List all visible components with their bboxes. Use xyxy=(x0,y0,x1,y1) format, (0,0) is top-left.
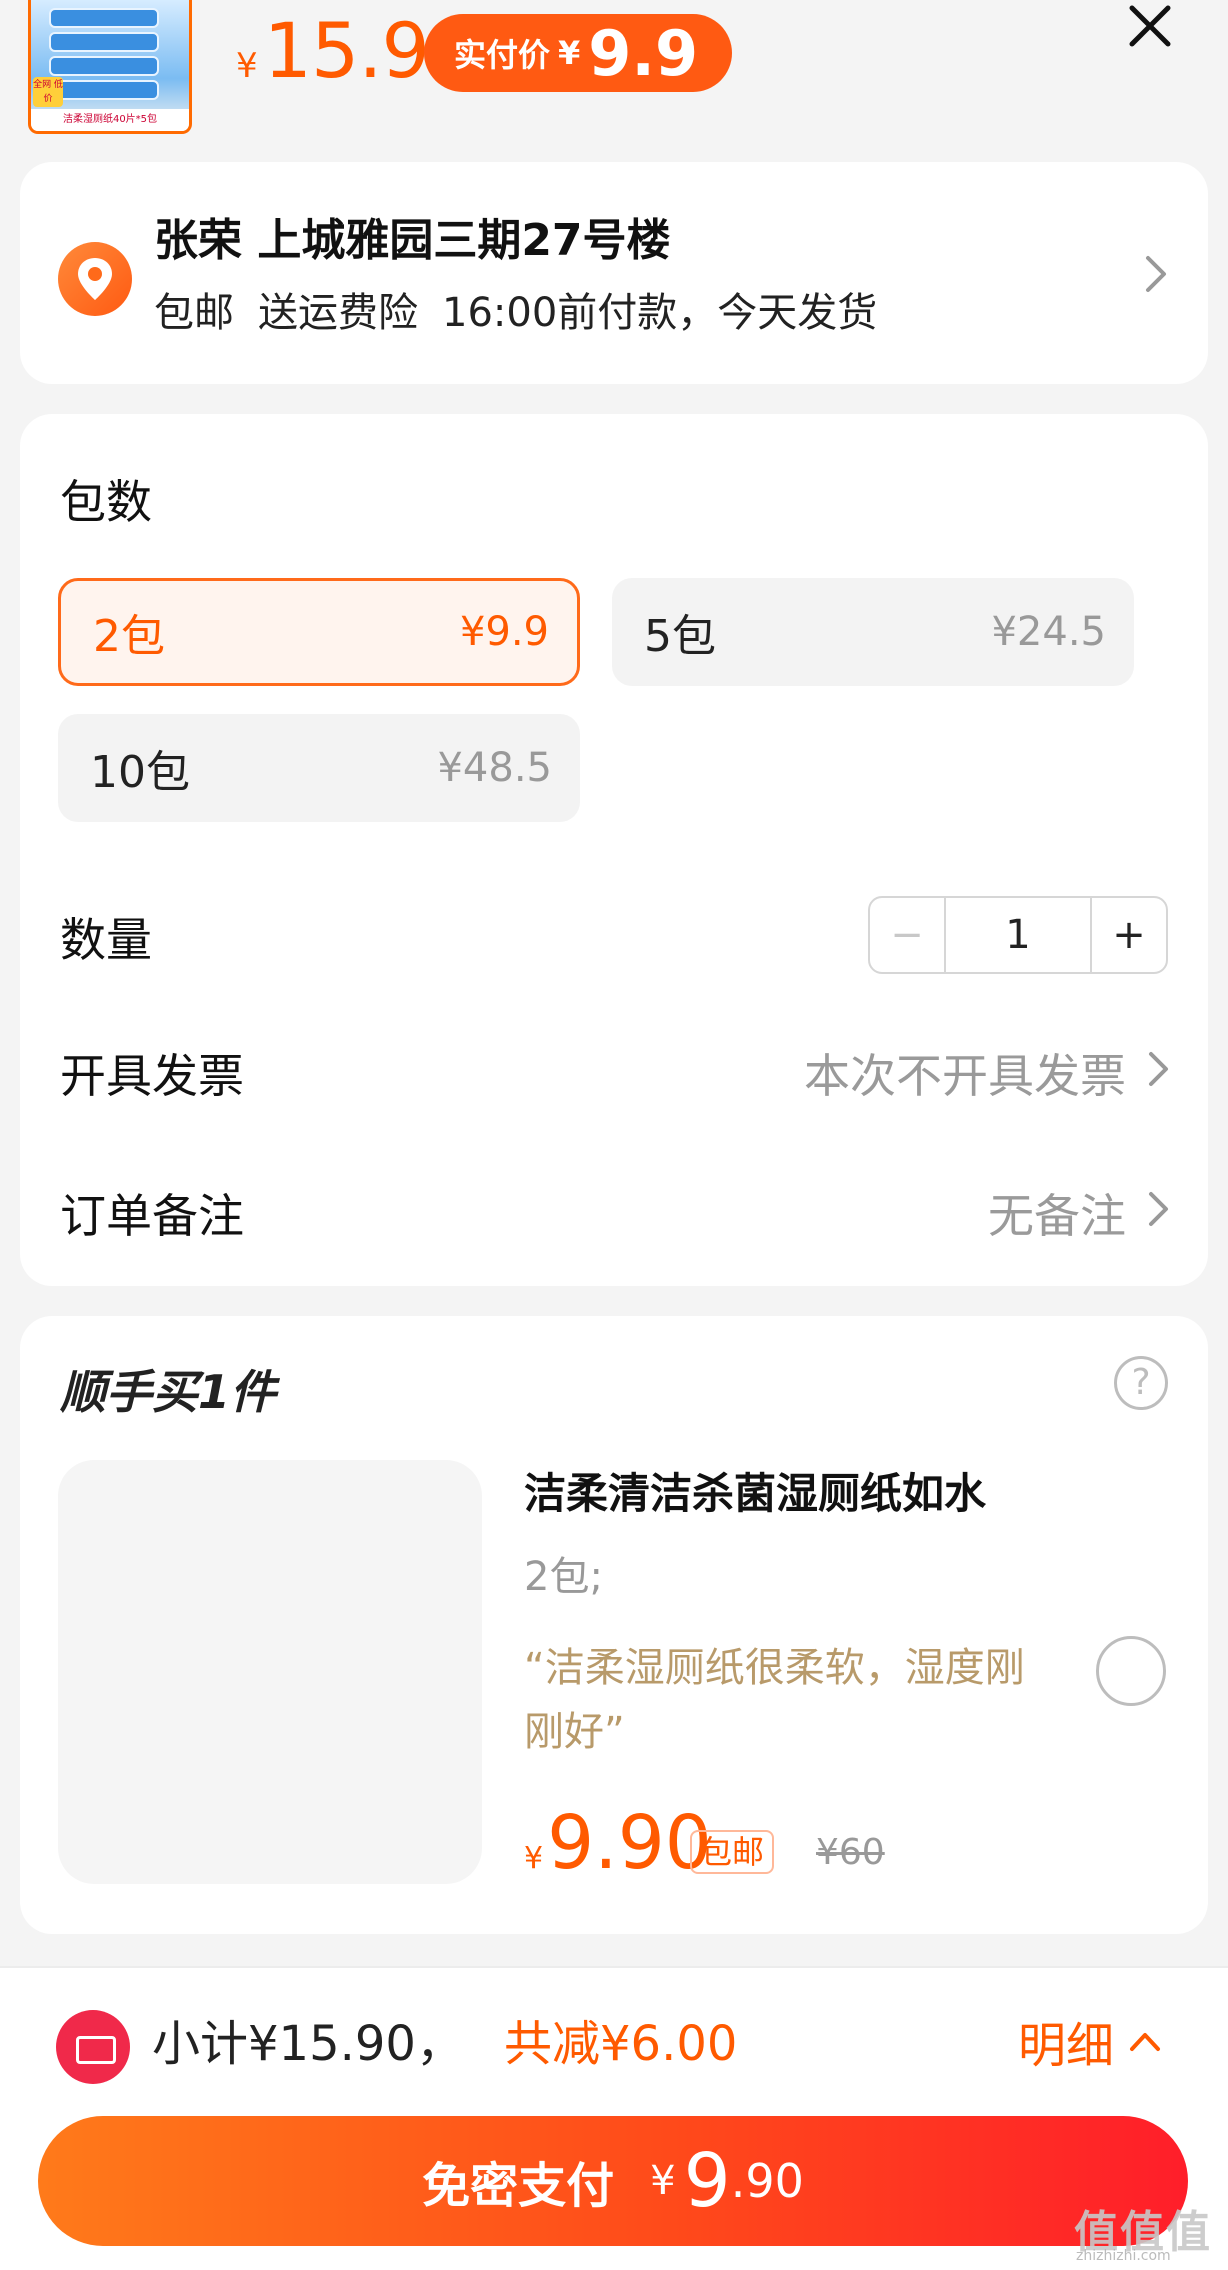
add-on-select-radio[interactable] xyxy=(1096,1636,1166,1706)
option-name: 10包 xyxy=(90,747,190,798)
delivery-tag: 16:00前付款，今天发货 xyxy=(442,290,878,336)
add-on-product-spec: 2包; xyxy=(524,1554,603,1600)
thumbnail-lowest-price-tag: 全网 低价 xyxy=(33,77,63,107)
watermark-url: zhizhizhi.com xyxy=(1076,2248,1171,2264)
subtotal-value: ¥15.90， xyxy=(248,2016,464,2072)
add-on-title: 顺手买1件 xyxy=(60,1365,277,1419)
invoice-value: 本次不开具发票 xyxy=(804,1049,1126,1103)
real-price-symbol: ¥ xyxy=(558,34,581,72)
option-price: ¥48.5 xyxy=(437,745,552,791)
pack-count-label: 包数 xyxy=(60,475,152,529)
quantity-value[interactable]: 1 xyxy=(946,898,1090,972)
checkout-bar: 小计 ¥15.90， 共减¥6.00 明细 免密支付 ¥ 9 .90 xyxy=(0,1966,1228,2270)
chevron-right-icon xyxy=(1149,1192,1168,1226)
add-on-price-symbol: ¥ xyxy=(524,1841,544,1876)
order-options-card: 包数 2包 ¥9.9 5包 ¥24.5 10包 ¥48.5 数量 − 1 + 开… xyxy=(20,414,1208,1286)
address-card[interactable]: 张荣 上城雅园三期27号楼 包邮 送运费险 16:00前付款，今天发货 xyxy=(20,162,1208,384)
real-price-value: 9.9 xyxy=(588,16,699,90)
add-on-product-image[interactable] xyxy=(58,1460,482,1884)
thumbnail-pack-graphic xyxy=(49,56,159,76)
real-price-label: 实付价 xyxy=(454,36,551,74)
add-on-price-value: 9.90 xyxy=(547,1800,712,1886)
chevron-up-icon xyxy=(1130,2033,1161,2051)
invoice-label: 开具发票 xyxy=(60,1049,244,1103)
list-price-symbol: ¥ xyxy=(236,46,258,86)
subtotal-label: 小计 xyxy=(152,2016,249,2072)
pay-button-symbol: ¥ xyxy=(650,2158,676,2204)
thumbnail-pack-graphic xyxy=(49,80,159,100)
chevron-right-icon xyxy=(1146,256,1166,292)
discount-total: 共减¥6.00 xyxy=(504,2016,738,2072)
option-chip-5-packs[interactable]: 5包 ¥24.5 xyxy=(612,578,1134,686)
quantity-stepper: − 1 + xyxy=(868,896,1168,974)
pay-button-amount-int: 9 xyxy=(683,2138,731,2224)
address-name-line: 张荣 上城雅园三期27号楼 xyxy=(154,215,671,266)
list-price: ¥ 15.9 xyxy=(236,6,430,95)
option-price: ¥24.5 xyxy=(991,609,1106,655)
add-on-card: 顺手买1件 ? 洁柔清洁杀菌湿厕纸如水 2包; “洁柔湿厕纸很柔软，湿度刚刚好”… xyxy=(20,1316,1208,1934)
option-chip-10-packs[interactable]: 10包 ¥48.5 xyxy=(58,714,580,822)
free-shipping-badge: 包邮 xyxy=(690,1830,775,1874)
subtotal: 小计 ¥15.90， xyxy=(152,2004,464,2074)
add-on-product-review: “洁柔湿厕纸很柔软，湿度刚刚好” xyxy=(524,1645,1025,1755)
thumbnail-caption: 洁柔湿厕纸40片*5包 xyxy=(31,109,189,131)
product-summary-header: 全网 低价 洁柔湿厕纸40片*5包 ¥ 15.9 实付价 ¥ 9.9 xyxy=(0,0,1228,150)
price-detail-toggle[interactable]: 明细 xyxy=(1018,2006,1162,2076)
delivery-tag: 包邮 xyxy=(154,290,234,336)
quantity-increase-button[interactable]: + xyxy=(1090,898,1166,972)
option-name: 5包 xyxy=(644,611,716,662)
chevron-right-icon xyxy=(1149,1052,1168,1086)
coupon-icon xyxy=(56,2010,130,2084)
list-price-value: 15.9 xyxy=(263,6,430,95)
quantity-decrease-button[interactable]: − xyxy=(870,898,946,972)
add-on-original-price: ¥60 xyxy=(816,1832,885,1873)
close-icon[interactable] xyxy=(1122,0,1178,56)
location-pin-icon xyxy=(58,242,132,316)
add-on-price: ¥ 9.90 xyxy=(524,1800,712,1886)
real-price-pill: 实付价 ¥ 9.9 xyxy=(424,14,733,92)
thumbnail-pack-graphic xyxy=(49,8,159,28)
quantity-label: 数量 xyxy=(60,913,152,967)
help-icon[interactable]: ? xyxy=(1114,1356,1168,1410)
delivery-tag: 送运费险 xyxy=(258,290,418,336)
remark-value: 无备注 xyxy=(988,1189,1126,1243)
option-chip-2-packs[interactable]: 2包 ¥9.9 xyxy=(58,578,580,686)
pay-button[interactable]: 免密支付 ¥ 9 .90 xyxy=(38,2116,1188,2246)
pay-button-label: 免密支付 xyxy=(422,2158,615,2214)
pay-button-amount-dec: .90 xyxy=(730,2154,804,2208)
thumbnail-pack-graphic xyxy=(49,32,159,52)
remark-label: 订单备注 xyxy=(60,1189,244,1243)
delivery-tags: 包邮 送运费险 16:00前付款，今天发货 xyxy=(154,280,877,338)
price-detail-label: 明细 xyxy=(1018,2018,1115,2074)
product-thumbnail[interactable]: 全网 低价 洁柔湿厕纸40片*5包 xyxy=(28,0,192,134)
option-price: ¥9.9 xyxy=(459,609,549,655)
add-on-product-title[interactable]: 洁柔清洁杀菌湿厕纸如水 xyxy=(524,1460,986,1521)
option-name: 2包 xyxy=(93,611,165,662)
